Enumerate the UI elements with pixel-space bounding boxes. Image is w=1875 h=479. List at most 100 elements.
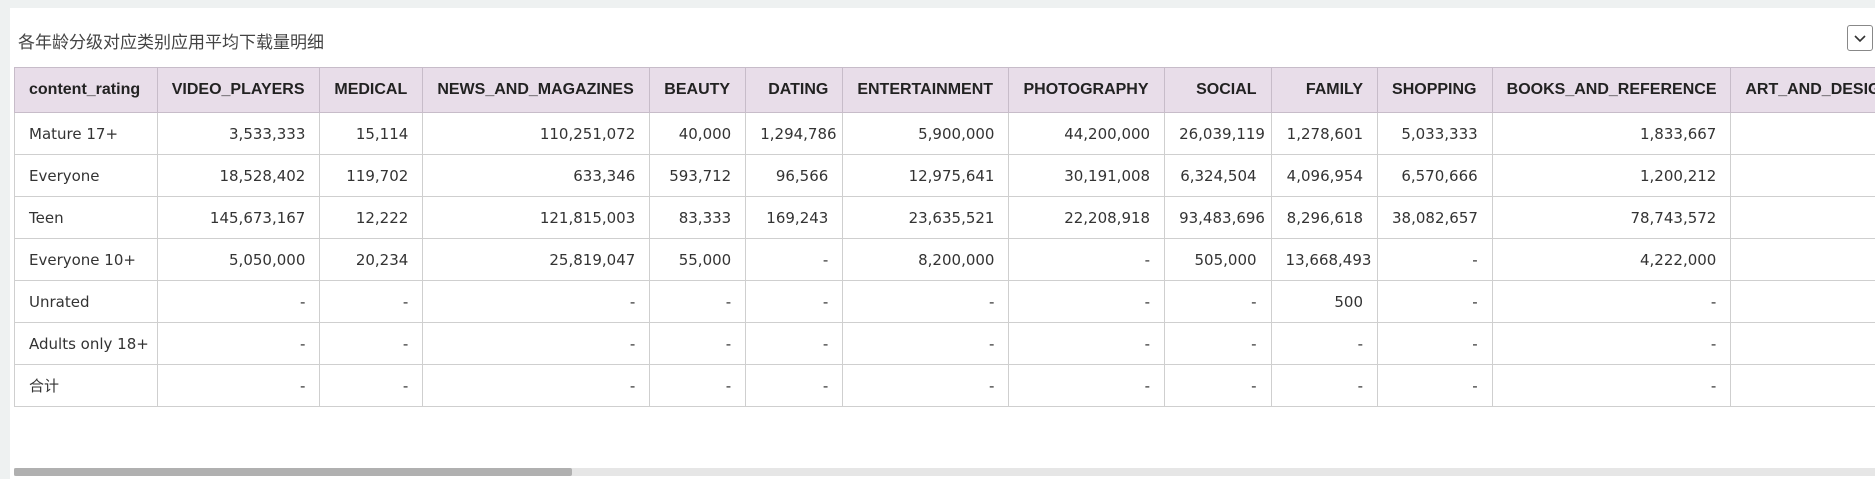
table-viewport[interactable]: content_rating VIDEO_PLAYERS MEDICAL NEW… <box>14 67 1875 407</box>
row-label-cell: Teen <box>14 196 158 239</box>
table-cell: 23,635,521 <box>842 196 1010 239</box>
table-cell <box>1730 364 1875 407</box>
table-cell: 26,039,119 <box>1164 112 1272 155</box>
table-cell: 40,000 <box>649 112 747 155</box>
table-cell: 110,251,072 <box>422 112 651 155</box>
row-label-cell: Everyone <box>14 154 158 197</box>
report-panel: 各年龄分级对应类别应用平均下载量明细 content_rating VIDEO_… <box>10 8 1875 479</box>
table-cell: - <box>156 280 321 323</box>
table-cell: - <box>842 364 1010 407</box>
table-cell: - <box>1377 364 1493 407</box>
table-cell: - <box>1377 280 1493 323</box>
table-cell: - <box>1008 280 1166 323</box>
column-header[interactable]: PHOTOGRAPHY <box>1008 67 1166 113</box>
column-header[interactable]: MEDICAL <box>319 67 424 113</box>
table-row: 合计 - - - - - - - - - - - <box>14 364 1875 407</box>
table-cell <box>1730 322 1875 365</box>
table-row: Everyone 18,528,402 119,702 633,346 593,712 9… <box>14 154 1875 197</box>
table-cell: 83,333 <box>649 196 747 239</box>
table-cell: 8,296,618 <box>1270 196 1379 239</box>
table-row: Everyone 10+ 5,050,000 20,234 25,819,047 55,… <box>14 238 1875 281</box>
table-cell: - <box>745 280 844 323</box>
row-label-cell: Adults only 18+ <box>14 322 158 365</box>
table-cell: 119,702 <box>319 154 424 197</box>
table-cell: 593,712 <box>649 154 747 197</box>
table-header-row: content_rating VIDEO_PLAYERS MEDICAL NEW… <box>14 67 1875 113</box>
table-cell: 4,222,000 <box>1491 238 1732 281</box>
column-header[interactable]: BOOKS_AND_REFERENCE <box>1491 67 1732 113</box>
table-cell <box>1730 238 1875 281</box>
row-label-cell: Mature 17+ <box>14 112 158 155</box>
column-header[interactable]: NEWS_AND_MAGAZINES <box>422 67 651 113</box>
table-cell: - <box>1164 364 1272 407</box>
table-cell: 12,975,641 <box>842 154 1010 197</box>
table-cell: - <box>745 364 844 407</box>
table-cell <box>1730 112 1875 155</box>
table-row: Adults only 18+ - - - - - - - - - - - <box>14 322 1875 365</box>
table-cell: - <box>842 280 1010 323</box>
table-row: Teen 145,673,167 12,222 121,815,003 83,333 16… <box>14 196 1875 239</box>
row-label-cell: Everyone 10+ <box>14 238 158 281</box>
data-table: content_rating VIDEO_PLAYERS MEDICAL NEW… <box>14 67 1875 407</box>
table-cell: 30,191,008 <box>1008 154 1166 197</box>
table-cell: 4,096,954 <box>1270 154 1379 197</box>
table-cell: 1,200,212 <box>1491 154 1732 197</box>
table-cell: - <box>1008 322 1166 365</box>
table-row: Unrated - - - - - - - -500- - <box>14 280 1875 323</box>
row-label-cell: Unrated <box>14 280 158 323</box>
table-cell: - <box>1164 322 1272 365</box>
table-cell: 500 <box>1270 280 1379 323</box>
table-cell: 93,483,696 <box>1164 196 1272 239</box>
table-cell: 18,528,402 <box>156 154 321 197</box>
table-cell: 20,234 <box>319 238 424 281</box>
table-cell: - <box>319 364 424 407</box>
table-cell: - <box>745 238 844 281</box>
table-cell: - <box>1491 280 1732 323</box>
horizontal-scrollbar[interactable] <box>14 468 1875 476</box>
collapse-button[interactable] <box>1847 25 1873 51</box>
table-cell: 145,673,167 <box>156 196 321 239</box>
table-cell: 55,000 <box>649 238 747 281</box>
table-cell: - <box>319 322 424 365</box>
table-cell: - <box>1270 322 1379 365</box>
table-cell: - <box>649 280 747 323</box>
column-header[interactable]: SHOPPING <box>1377 67 1493 113</box>
column-header[interactable]: content_rating <box>14 67 158 113</box>
scrollbar-thumb[interactable] <box>14 468 572 476</box>
column-header[interactable]: VIDEO_PLAYERS <box>156 67 321 113</box>
column-header[interactable]: ENTERTAINMENT <box>842 67 1010 113</box>
table-cell <box>1730 280 1875 323</box>
table-cell: 505,000 <box>1164 238 1272 281</box>
table-cell: 6,570,666 <box>1377 154 1493 197</box>
table-cell: 1 <box>1730 154 1875 197</box>
table-cell: 8,200,000 <box>842 238 1010 281</box>
table-cell: - <box>1377 238 1493 281</box>
table-cell: - <box>1377 322 1493 365</box>
table-cell: - <box>319 280 424 323</box>
table-cell: 96,566 <box>745 154 844 197</box>
table-cell: 5,033,333 <box>1377 112 1493 155</box>
column-header[interactable]: FAMILY <box>1270 67 1379 113</box>
table-cell: - <box>156 322 321 365</box>
table-cell: 22,208,918 <box>1008 196 1166 239</box>
table-cell: - <box>1008 364 1166 407</box>
table-cell: 633,346 <box>422 154 651 197</box>
table-cell: 3,533,333 <box>156 112 321 155</box>
table-cell: - <box>156 364 321 407</box>
table-cell: 169,243 <box>745 196 844 239</box>
table-cell: 13,668,493 <box>1270 238 1379 281</box>
table-cell: - <box>1008 238 1166 281</box>
column-header[interactable]: ART_AND_DESIGN <box>1730 67 1875 113</box>
table-cell: - <box>422 364 651 407</box>
table-cell: 121,815,003 <box>422 196 651 239</box>
column-header[interactable]: DATING <box>745 67 844 113</box>
table-body: Mature 17+ 3,533,333 15,114 110,251,072 40,0… <box>14 112 1875 407</box>
table-cell: - <box>842 322 1010 365</box>
table-row: Mature 17+ 3,533,333 15,114 110,251,072 40,0… <box>14 112 1875 155</box>
table-cell: 6,324,504 <box>1164 154 1272 197</box>
table-cell: - <box>1164 280 1272 323</box>
table-cell: - <box>649 364 747 407</box>
column-header[interactable]: SOCIAL <box>1164 67 1272 113</box>
column-header[interactable]: BEAUTY <box>649 67 747 113</box>
table-cell: 5,050,000 <box>156 238 321 281</box>
